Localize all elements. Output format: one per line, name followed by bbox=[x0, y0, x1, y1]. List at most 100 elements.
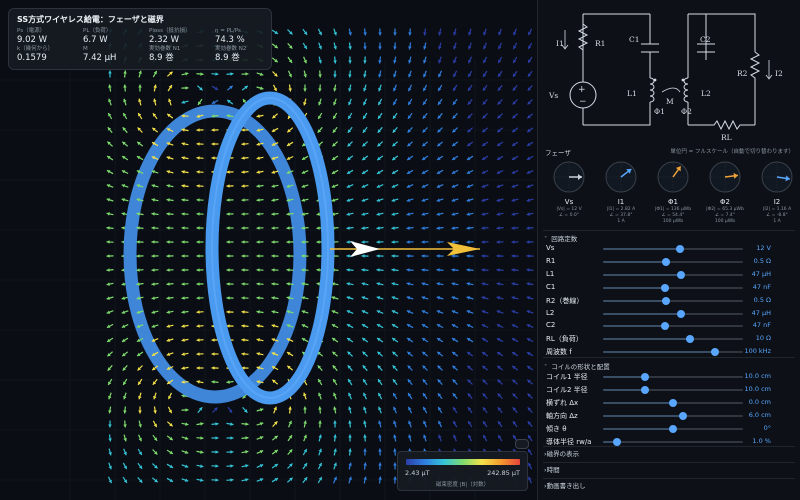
slider-thumb[interactable] bbox=[641, 373, 649, 381]
phasor-header: フェーザ 単位円 = フルスケール（自動で切り替わります） bbox=[545, 147, 794, 157]
field-arrowhead-icon bbox=[151, 254, 155, 258]
slider-thumb[interactable] bbox=[660, 322, 669, 331]
field-arrowhead-icon bbox=[181, 268, 185, 272]
param-row: 軸方向 Δz 6.0 cm bbox=[546, 410, 797, 422]
slider-thumb[interactable] bbox=[669, 424, 677, 433]
slider-thumb[interactable] bbox=[677, 270, 686, 279]
field-arrowhead-icon bbox=[151, 226, 155, 230]
phasor-angle: ∠ = 0.0° bbox=[558, 213, 580, 218]
slider-thumb[interactable] bbox=[678, 411, 687, 420]
metric-label: 実効巻数 N1 bbox=[149, 46, 181, 52]
metric-cell: M 7.42 μH bbox=[83, 46, 149, 63]
param-slider[interactable] bbox=[603, 398, 743, 407]
field-arrowhead-icon bbox=[196, 240, 200, 244]
field-arrowhead-icon bbox=[481, 240, 485, 244]
slider-thumb[interactable] bbox=[677, 309, 686, 318]
field-arrowhead-icon bbox=[466, 254, 470, 258]
slider-thumb[interactable] bbox=[676, 245, 684, 253]
field-arrowhead-icon bbox=[256, 254, 260, 258]
section-title: 磁界の表示 bbox=[546, 450, 580, 458]
section-circuit-params[interactable]: ˅ 回路定数 bbox=[544, 233, 577, 243]
field-arrowhead-icon bbox=[166, 198, 170, 202]
slider-fill bbox=[603, 299, 666, 302]
param-slider[interactable] bbox=[603, 411, 743, 420]
field-arrowhead-icon bbox=[106, 240, 110, 244]
param-value: 0.5 Ω bbox=[753, 295, 771, 304]
field-arrowhead-icon bbox=[421, 254, 425, 258]
field-arrowhead-icon bbox=[256, 296, 260, 300]
param-slider[interactable] bbox=[603, 296, 743, 305]
metric-value: 2.32 W bbox=[149, 35, 180, 45]
field-arrowhead-icon bbox=[421, 240, 425, 244]
param-label: C1 bbox=[546, 282, 556, 291]
view-toggle-button[interactable] bbox=[515, 439, 529, 449]
section-title: 動画書き出し bbox=[546, 482, 586, 490]
param-slider[interactable] bbox=[603, 283, 743, 292]
metric-value: 0.1579 bbox=[17, 53, 47, 63]
field-arrowhead-icon bbox=[256, 212, 260, 216]
param-value: 10.0 cm bbox=[744, 384, 771, 393]
magnetic-field-view[interactable] bbox=[0, 0, 537, 500]
field-arrowhead-icon bbox=[196, 156, 200, 160]
section-collapsed-0[interactable]: ›磁界の表示 bbox=[544, 448, 796, 458]
slider-thumb[interactable] bbox=[662, 296, 670, 305]
field-arrowhead-icon bbox=[376, 240, 380, 244]
field-arrowhead-icon bbox=[466, 240, 470, 244]
slider-fill bbox=[603, 312, 682, 315]
metric-value: 8.9 巻 bbox=[215, 53, 240, 63]
slider-thumb[interactable] bbox=[641, 385, 649, 394]
slider-thumb[interactable] bbox=[711, 348, 719, 357]
field-arrowhead-icon bbox=[226, 226, 230, 230]
field-arrowhead-icon bbox=[241, 310, 245, 314]
slider-thumb[interactable] bbox=[660, 283, 669, 292]
slider-thumb[interactable] bbox=[669, 398, 677, 407]
param-slider[interactable] bbox=[603, 322, 743, 331]
slider-thumb[interactable] bbox=[662, 257, 670, 266]
label-Phi1: Φ1 bbox=[654, 107, 665, 116]
param-slider[interactable] bbox=[603, 385, 743, 394]
param-slider[interactable] bbox=[603, 309, 743, 318]
field-arrowhead-icon bbox=[181, 240, 185, 244]
param-label: R2（巻線） bbox=[546, 296, 584, 305]
field-arrowhead-icon bbox=[526, 268, 530, 272]
param-slider[interactable] bbox=[603, 373, 743, 381]
param-slider[interactable] bbox=[603, 257, 743, 266]
field-arrowhead-icon bbox=[256, 310, 260, 314]
param-row: R2（巻線） 0.5 Ω bbox=[546, 295, 797, 307]
param-slider[interactable] bbox=[603, 437, 743, 446]
field-arrowhead-icon bbox=[378, 462, 382, 466]
section-collapsed-2[interactable]: ›動画書き出し bbox=[544, 480, 796, 490]
param-value: 0.5 Ω bbox=[753, 256, 771, 265]
field-arrowhead-icon bbox=[256, 198, 260, 202]
field-arrowhead-icon bbox=[211, 352, 215, 356]
section-collapsed-1[interactable]: ›時間 bbox=[544, 464, 796, 474]
field-arrowhead-icon bbox=[496, 268, 500, 272]
section-coil-params[interactable]: ˅ コイルの形状と配置 bbox=[544, 361, 610, 371]
label-L2: L2 bbox=[701, 89, 711, 98]
param-slider[interactable] bbox=[603, 424, 743, 433]
field-arrowhead-icon bbox=[211, 380, 215, 384]
field-arrowhead-icon bbox=[166, 296, 170, 300]
field-arrowhead-icon bbox=[361, 254, 365, 258]
metric-label: η = PL/Ps bbox=[215, 28, 241, 34]
param-slider[interactable] bbox=[603, 348, 743, 357]
field-arrowhead-icon bbox=[271, 282, 275, 286]
field-arrowhead-icon bbox=[348, 420, 352, 424]
param-label: L2 bbox=[546, 308, 555, 317]
param-label: R1 bbox=[546, 256, 556, 265]
field-arrowhead-icon bbox=[406, 268, 410, 272]
field-arrowhead-icon bbox=[151, 268, 155, 272]
field-arrowhead-icon bbox=[226, 296, 230, 300]
field-arrowhead-icon bbox=[241, 296, 245, 300]
field-arrowhead-icon bbox=[196, 296, 200, 300]
param-slider[interactable] bbox=[603, 335, 743, 344]
slider-thumb[interactable] bbox=[613, 437, 621, 446]
param-slider[interactable] bbox=[603, 245, 743, 253]
metric-cell: k（幾何から） 0.1579 bbox=[17, 46, 83, 63]
param-slider[interactable] bbox=[603, 270, 743, 279]
field-arrowhead-icon bbox=[181, 296, 185, 300]
metric-label: Ploss（抵抗損） bbox=[149, 28, 191, 34]
control-sidebar: I1 R1 C1 C2 R2 I2 Vs L1 M L2 Φ1 Φ2 RL + … bbox=[537, 0, 800, 500]
field-viewport[interactable]: SS方式ワイヤレス給電：フェーザと磁界 Ps（電源） 9.02 W PL（負荷） 6.… bbox=[0, 0, 537, 500]
slider-thumb[interactable] bbox=[685, 335, 694, 344]
